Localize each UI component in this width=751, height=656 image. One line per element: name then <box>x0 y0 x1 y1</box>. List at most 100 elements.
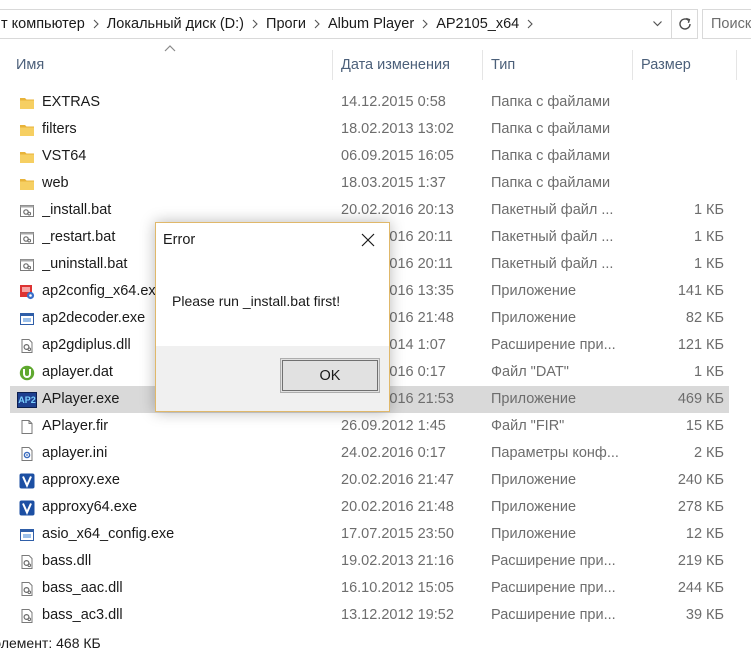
file-row[interactable]: _install.bat 20.02.2016 20:13 Пакетный фай… <box>10 197 729 224</box>
file-type: Расширение при... <box>491 607 616 623</box>
close-icon[interactable] <box>361 233 375 247</box>
dialog-body: Please run _install.bat first! <box>156 257 389 345</box>
file-type: Папка с файлами <box>491 175 611 191</box>
file-type: Пакетный файл ... <box>491 256 614 272</box>
file-size: 1 КБ <box>693 256 724 272</box>
file-size <box>633 170 724 197</box>
file-name: _install.bat <box>42 202 112 218</box>
svg-text:AP2: AP2 <box>18 395 36 405</box>
chevron-right-icon[interactable] <box>310 10 324 38</box>
file-size: 15 КБ <box>685 418 724 434</box>
file-type: Расширение при... <box>491 337 616 353</box>
file-size <box>633 143 724 170</box>
file-size: 121 КБ <box>677 337 724 353</box>
file-row[interactable]: bass.dll 19.02.2013 21:16 Расширение при..… <box>10 548 729 575</box>
file-name: asio_x64_config.exe <box>42 526 175 542</box>
breadcrumb-trail: т компьютер Локальный диск (D:) Проги Album… <box>0 10 537 38</box>
chevron-right-icon[interactable] <box>418 10 432 38</box>
file-type: Расширение при... <box>491 580 616 596</box>
file-size: 1 КБ <box>693 229 724 245</box>
file-type: Приложение <box>491 283 577 299</box>
file-row[interactable]: bass_aac.dll 16.10.2012 15:05 Расширение п… <box>10 575 729 602</box>
file-type: Приложение <box>491 391 577 407</box>
utorrent-icon <box>17 359 37 386</box>
file-row[interactable]: asio_x64_config.exe 17.07.2015 23:50 Прило… <box>10 521 729 548</box>
file-size: 244 КБ <box>677 580 724 596</box>
file-row[interactable]: aplayer.ini 24.02.2016 0:17 Параметры конф… <box>10 440 729 467</box>
file-row[interactable]: approxy64.exe 20.02.2016 21:48 Приложение 2… <box>10 494 729 521</box>
file-name: approxy64.exe <box>42 499 138 515</box>
column-header-type[interactable]: Тип <box>483 50 633 80</box>
batch-file-icon <box>17 251 37 278</box>
file-type: Папка с файлами <box>491 94 611 110</box>
file-date: 16.10.2012 15:05 <box>341 580 454 596</box>
breadcrumb-item[interactable]: AP2105_x64 <box>432 16 523 32</box>
file-date: 20.02.2016 21:47 <box>341 472 454 488</box>
file-size: 141 КБ <box>677 283 724 299</box>
refresh-button[interactable] <box>672 9 698 39</box>
file-date: 13.12.2012 19:52 <box>341 607 454 623</box>
dialog-message: Please run _install.bat first! <box>172 293 341 309</box>
folder-icon <box>17 116 37 143</box>
file-date: 24.02.2016 0:17 <box>341 445 446 461</box>
ok-button[interactable]: OK <box>280 358 380 393</box>
file-type: Пакетный файл ... <box>491 202 614 218</box>
file-row[interactable]: web 18.03.2015 1:37 Папка с файлами <box>10 170 729 197</box>
chevron-right-icon[interactable] <box>248 10 262 38</box>
file-type: Файл "FIR" <box>491 418 565 434</box>
file-row[interactable]: approxy.exe 20.02.2016 21:47 Приложение 240… <box>10 467 729 494</box>
file-name: filters <box>42 121 77 137</box>
column-header-date[interactable]: Дата изменения <box>333 50 483 80</box>
column-header-name[interactable]: Имя <box>8 50 333 80</box>
file-type: Приложение <box>491 526 577 542</box>
file-name: bass.dll <box>42 553 92 569</box>
file-size: 469 КБ <box>677 391 724 407</box>
breadcrumb-item[interactable]: т компьютер <box>0 16 89 32</box>
dialog-footer: OK <box>156 346 389 411</box>
chevron-right-icon[interactable] <box>89 10 103 38</box>
file-row[interactable]: bass_ac3.dll 13.12.2012 19:52 Расширение п… <box>10 602 729 629</box>
file-type: Папка с файлами <box>491 148 611 164</box>
file-row[interactable]: APlayer.fir 26.09.2012 1:45 Файл "FIR" 15 К… <box>10 413 729 440</box>
status-bar-text: элемент: 468 КБ <box>0 635 101 651</box>
chevron-right-icon[interactable] <box>523 10 537 38</box>
address-history-chevron-down-icon[interactable] <box>644 10 671 38</box>
file-date: 17.07.2015 23:50 <box>341 526 454 542</box>
breadcrumb-item[interactable]: Проги <box>262 16 310 32</box>
v-app-icon <box>17 467 37 494</box>
file-row[interactable]: EXTRAS 14.12.2015 0:58 Папка с файлами <box>10 89 729 116</box>
batch-file-icon <box>17 224 37 251</box>
refresh-icon <box>678 17 691 30</box>
address-bar: т компьютер Локальный диск (D:) Проги Album… <box>0 0 751 50</box>
blank-file-icon <box>17 413 37 440</box>
folder-icon <box>17 89 37 116</box>
file-row[interactable]: filters 18.02.2013 13:02 Папка с файлами <box>10 116 729 143</box>
dll-file-icon <box>17 548 37 575</box>
breadcrumb-item[interactable]: Локальный диск (D:) <box>103 16 248 32</box>
file-date: 20.02.2016 20:13 <box>341 202 454 218</box>
file-size: 2 КБ <box>693 445 724 461</box>
v-app-icon <box>17 494 37 521</box>
dll-file-icon <box>17 332 37 359</box>
file-name: aplayer.ini <box>42 445 108 461</box>
file-name: VST64 <box>42 148 87 164</box>
file-name: EXTRAS <box>42 94 101 110</box>
search-input[interactable] <box>703 10 751 38</box>
file-type: Расширение при... <box>491 553 616 569</box>
app-window-icon <box>17 305 37 332</box>
file-size <box>633 89 724 116</box>
file-size: 1 КБ <box>693 202 724 218</box>
file-date: 26.09.2012 1:45 <box>341 418 446 434</box>
file-row[interactable]: VST64 06.09.2015 16:05 Папка с файлами <box>10 143 729 170</box>
file-date: 18.03.2015 1:37 <box>341 175 446 191</box>
breadcrumb[interactable]: т компьютер Локальный диск (D:) Проги Album… <box>0 9 672 39</box>
app-window-icon <box>17 521 37 548</box>
file-type: Приложение <box>491 310 577 326</box>
breadcrumb-item[interactable]: Album Player <box>324 16 418 32</box>
dialog-title: Error <box>163 232 196 248</box>
search-box[interactable] <box>702 9 751 39</box>
file-type: Параметры конф... <box>491 445 619 461</box>
column-header-size[interactable]: Размер <box>633 50 737 80</box>
sort-ascending-icon <box>164 45 176 52</box>
file-size: 219 КБ <box>677 553 724 569</box>
